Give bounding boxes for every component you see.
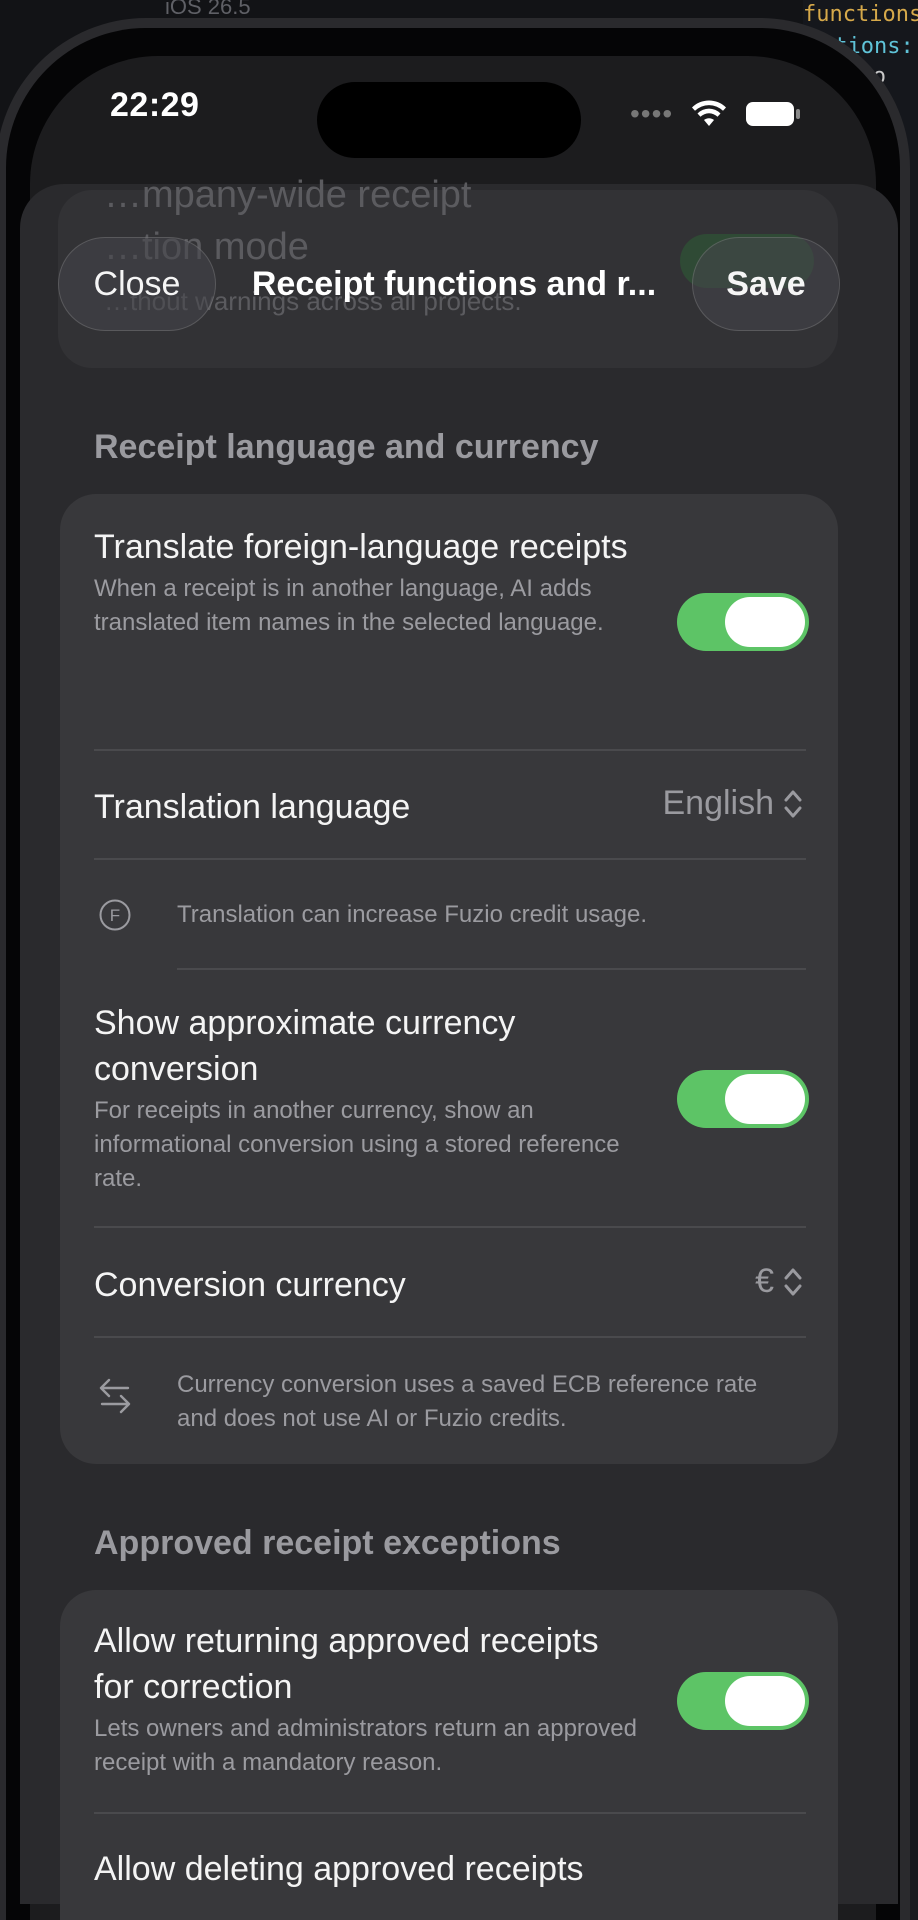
allow-return-toggle[interactable] [677, 1672, 809, 1730]
page-title: Receipt functions and r... [251, 264, 657, 303]
language-currency-card: Translate foreign-language receipts When… [60, 494, 838, 1464]
chevron-up-down-icon [784, 1268, 802, 1295]
divider [177, 968, 806, 970]
wifi-icon [692, 100, 727, 126]
navigation-bar: Close Receipt functions and r... Save [58, 237, 840, 331]
code-line: functions: [803, 2, 918, 27]
currency-conversion-row: Show approximate currency conversion For… [94, 1000, 638, 1196]
close-button[interactable]: Close [58, 237, 216, 331]
section-header: Receipt language and currency [94, 428, 599, 466]
allow-delete-row: Allow deleting approved receipts [94, 1846, 806, 1892]
conversion-note: Currency conversion uses a saved ECB ref… [177, 1371, 758, 1432]
allow-return-subtitle: Lets owners and administrators return an… [94, 1715, 637, 1776]
status-time: 22:29 [110, 86, 200, 124]
translation-credit-note: Translation can increase Fuzio credit us… [177, 901, 648, 928]
allow-return-title: Allow returning approved receipts for co… [94, 1622, 599, 1706]
dynamic-island [317, 82, 581, 158]
save-button[interactable]: Save [692, 237, 840, 331]
currency-conversion-title: Show approximate currency conversion [94, 1004, 516, 1088]
translation-language-picker[interactable]: English [662, 784, 804, 823]
conversion-currency-value: € [755, 1262, 774, 1300]
translate-receipts-title: Translate foreign-language receipts [94, 528, 628, 566]
translate-receipts-subtitle: When a receipt is in another language, A… [94, 575, 604, 636]
conversion-currency-row[interactable]: Conversion currency [94, 1262, 806, 1308]
signal-icon: •••• [630, 98, 674, 129]
exchange-arrows-icon [99, 1378, 131, 1414]
status-icons: •••• [630, 100, 801, 128]
background-card-line: …mpany-wide receipt [104, 174, 472, 216]
divider [94, 1226, 806, 1228]
divider [94, 749, 806, 751]
svg-text:F: F [110, 906, 120, 925]
fuzio-credit-icon: F [99, 899, 131, 931]
chevron-up-down-icon [784, 790, 802, 817]
divider [94, 1336, 806, 1338]
battery-icon [746, 102, 801, 126]
divider [94, 1812, 806, 1814]
simulator-label: iOS 26.5 [165, 0, 251, 19]
currency-conversion-toggle[interactable] [677, 1070, 809, 1128]
currency-conversion-subtitle: For receipts in another currency, show a… [94, 1097, 620, 1192]
conversion-currency-picker[interactable]: € [755, 1262, 804, 1301]
divider [94, 858, 806, 860]
section-header: Approved receipt exceptions [94, 1524, 561, 1562]
approved-exceptions-card: Allow returning approved receipts for co… [60, 1590, 838, 1920]
allow-return-row: Allow returning approved receipts for co… [94, 1618, 638, 1780]
conversion-currency-label: Conversion currency [94, 1266, 406, 1304]
translate-receipts-row: Translate foreign-language receipts When… [94, 524, 638, 640]
translate-receipts-toggle[interactable] [677, 593, 809, 651]
allow-delete-title: Allow deleting approved receipts [94, 1850, 584, 1888]
translation-language-value: English [662, 784, 774, 822]
